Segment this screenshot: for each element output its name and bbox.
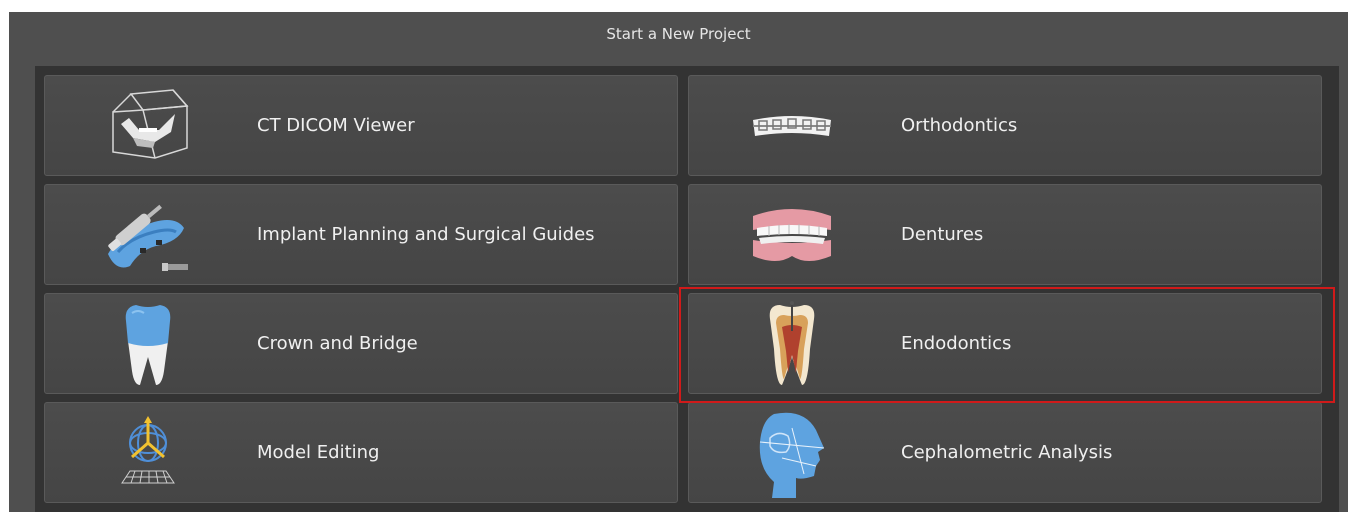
tile-model-editing[interactable]: Model Editing: [44, 402, 678, 503]
project-tiles-grid: CT DICOM Viewer Orthodontics Implant Pla…: [35, 66, 1339, 512]
tile-label: Model Editing: [257, 442, 380, 463]
endodontics-tooth-icon: [743, 299, 841, 388]
new-project-panel: Start a New Project CT DICOM Viewer Orth…: [9, 12, 1348, 512]
orthodontics-braces-icon: [743, 81, 841, 170]
crown-tooth-icon: [99, 299, 197, 388]
tile-label: Orthodontics: [901, 115, 1018, 136]
tile-ct-dicom-viewer[interactable]: CT DICOM Viewer: [44, 75, 678, 176]
model-editing-icon: [99, 408, 197, 497]
tile-implant-planning[interactable]: Implant Planning and Surgical Guides: [44, 184, 678, 285]
dialog-title: Start a New Project: [606, 25, 751, 43]
tile-crown-and-bridge[interactable]: Crown and Bridge: [44, 293, 678, 394]
implant-planning-icon: [99, 190, 197, 279]
tile-endodontics[interactable]: Endodontics: [688, 293, 1322, 394]
tile-label: Implant Planning and Surgical Guides: [257, 224, 595, 245]
tile-dentures[interactable]: Dentures: [688, 184, 1322, 285]
tile-orthodontics[interactable]: Orthodontics: [688, 75, 1322, 176]
tile-label: Endodontics: [901, 333, 1012, 354]
tile-label: Cephalometric Analysis: [901, 442, 1113, 463]
cephalometric-head-icon: [743, 408, 841, 498]
tile-cephalometric-analysis[interactable]: Cephalometric Analysis: [688, 402, 1322, 503]
dentures-icon: [743, 190, 841, 279]
tile-label: Crown and Bridge: [257, 333, 418, 354]
tile-label: Dentures: [901, 224, 984, 245]
tile-label: CT DICOM Viewer: [257, 115, 415, 136]
ct-dicom-viewer-icon: [99, 81, 197, 170]
